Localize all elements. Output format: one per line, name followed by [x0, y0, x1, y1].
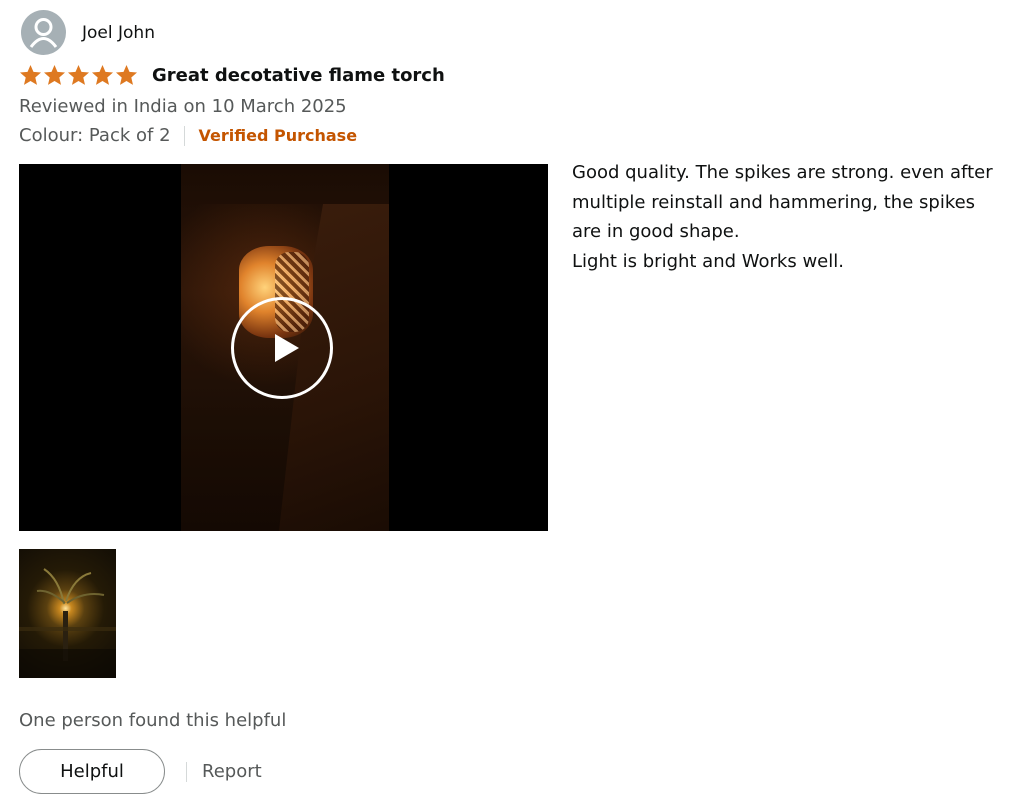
report-link[interactable]: Report	[202, 761, 262, 782]
review-body-line: are in good shape.	[572, 221, 740, 242]
review-date: Reviewed in India on 10 March 2025	[19, 96, 347, 117]
star-icon	[43, 64, 66, 85]
star-icon	[67, 64, 90, 85]
star-rating[interactable]	[19, 64, 138, 86]
review-body-line: multiple reinstall and hammering, the sp…	[572, 191, 976, 213]
review-body: Good quality. The spikes are strong. eve…	[572, 158, 1012, 276]
review-body-line: Good quality. The spikes are strong. eve…	[572, 162, 993, 183]
product-variant: Colour: Pack of 2	[19, 125, 171, 146]
review-meta: Colour: Pack of 2 Verified Purchase	[19, 125, 357, 146]
reviewer-profile[interactable]: Joel John	[21, 10, 155, 55]
review-title[interactable]: Great decotative flame torch	[152, 65, 445, 86]
review-video[interactable]	[19, 164, 548, 531]
helpful-count: One person found this helpful	[19, 710, 287, 731]
review-card: Joel John Great decotative flame torch R…	[0, 0, 1024, 801]
image-thumbnail[interactable]	[19, 549, 116, 678]
divider	[183, 125, 185, 146]
star-icon	[115, 64, 138, 85]
review-actions: Helpful Report	[19, 749, 262, 794]
rating-title-row: Great decotative flame torch	[19, 64, 445, 86]
star-icon	[91, 64, 114, 85]
play-icon[interactable]	[231, 297, 333, 399]
helpful-button[interactable]: Helpful	[19, 749, 165, 794]
reviewer-name[interactable]: Joel John	[82, 23, 155, 43]
review-body-line: Light is bright and Works well.	[572, 250, 844, 272]
user-avatar-icon	[21, 10, 66, 55]
divider	[186, 761, 187, 782]
verified-purchase-badge: Verified Purchase	[198, 126, 358, 145]
star-icon	[19, 64, 42, 85]
